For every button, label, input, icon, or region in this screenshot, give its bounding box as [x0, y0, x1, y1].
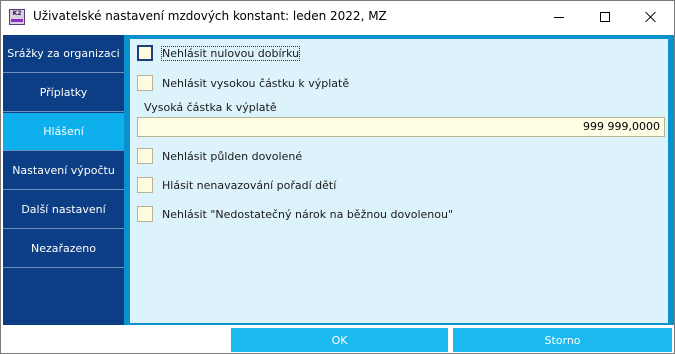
checkbox-box[interactable]	[137, 45, 153, 61]
sidebar-item-nezarazeno[interactable]: Nezařazeno	[3, 230, 124, 268]
close-icon	[645, 11, 657, 23]
sidebar-nav: Srážky za organizaci Příplatky Hlášení N…	[3, 35, 124, 325]
checkbox-nehlasit-pulden-dovolene[interactable]: Nehlásit půlden dovolené	[137, 147, 302, 165]
checkbox-nehlasit-nedostatecny-narok[interactable]: Nehlásit "Nedostatečný nárok na běžnou d…	[137, 205, 453, 223]
checkbox-nehlasit-nulovou-dobirku[interactable]: Nehlásit nulovou dobírku	[137, 44, 301, 62]
checkbox-box[interactable]	[137, 75, 153, 91]
amount-input[interactable]: 999 999,0000	[137, 117, 665, 137]
checkbox-nehlasit-vysokou-castku[interactable]: Nehlásit vysokou částku k výplatě	[137, 74, 349, 92]
sidebar-item-dalsi-nastaveni[interactable]: Další nastavení	[3, 191, 124, 229]
checkbox-label: Nehlásit půlden dovolené	[162, 149, 303, 163]
dialog-window: K2 Uživatelské nastavení mzdových konsta…	[0, 0, 675, 354]
app-logo-icon: K2	[9, 9, 25, 25]
ok-button[interactable]: OK	[231, 328, 448, 352]
close-button[interactable]	[628, 1, 674, 33]
title-bar[interactable]: K2 Uživatelské nastavení mzdových konsta…	[1, 1, 674, 33]
checkbox-box[interactable]	[137, 206, 153, 222]
minimize-button[interactable]	[536, 1, 582, 33]
minimize-icon	[554, 16, 564, 18]
checkbox-label: Nehlásit "Nedostatečný nárok na běžnou d…	[162, 207, 454, 221]
sidebar-item-nastaveni-vypoctu[interactable]: Nastavení výpočtu	[3, 152, 124, 190]
checkbox-box[interactable]	[137, 148, 153, 164]
amount-field-label: Vysoká částka k výplatě	[144, 101, 277, 114]
maximize-button[interactable]	[582, 1, 628, 33]
window-title: Uživatelské nastavení mzdových konstant:…	[33, 9, 387, 23]
sidebar-item-priplatky[interactable]: Příplatky	[3, 74, 124, 112]
checkbox-label: Nehlásit nulovou dobírku	[160, 45, 301, 61]
checkbox-label: Hlásit nenavazování pořadí dětí	[162, 178, 337, 192]
checkbox-box[interactable]	[137, 177, 153, 193]
maximize-icon	[600, 12, 610, 22]
sidebar-item-srazky[interactable]: Srážky za organizaci	[3, 35, 124, 73]
cancel-button[interactable]: Storno	[453, 328, 672, 352]
checkbox-label: Nehlásit vysokou částku k výplatě	[162, 76, 350, 90]
sidebar-item-hlaseni[interactable]: Hlášení	[3, 113, 124, 151]
checkbox-hlasit-nenavazovani-poradi-deti[interactable]: Hlásit nenavazování pořadí dětí	[137, 176, 336, 194]
